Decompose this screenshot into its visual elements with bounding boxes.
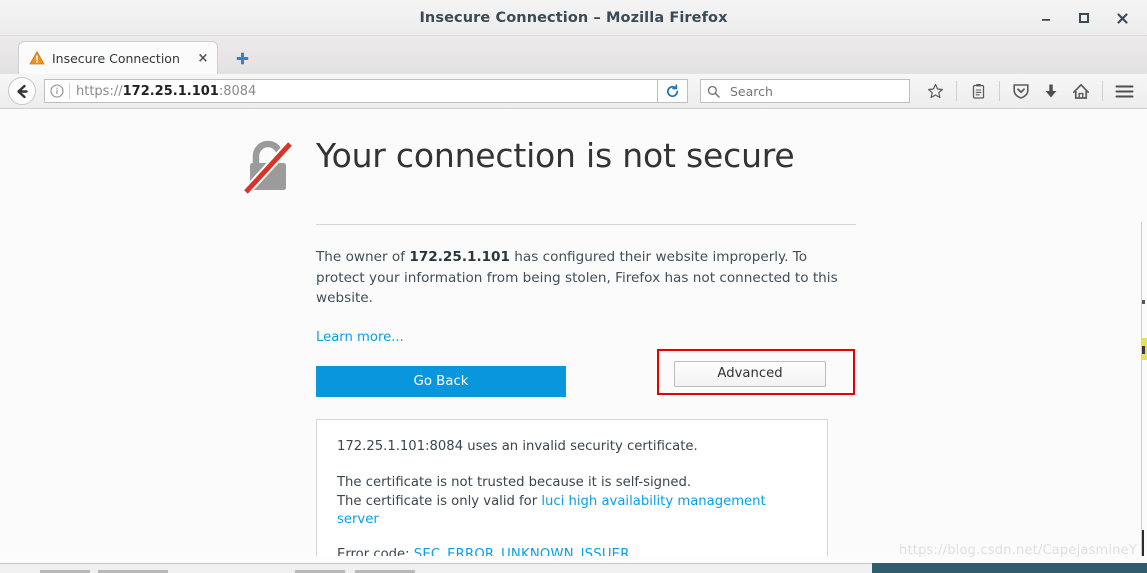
go-back-button[interactable]: Go Back (316, 365, 566, 397)
close-icon (1116, 12, 1128, 24)
toolbar-separator-3 (1102, 81, 1103, 101)
taskbar-tray (872, 563, 1147, 573)
error-body: The owner of 172.25.1.101 has configured… (316, 247, 846, 345)
error-code-link[interactable]: SEC_ERROR_UNKNOWN_ISSUER (414, 547, 630, 557)
close-button[interactable] (1103, 0, 1141, 36)
warning-triangle-icon (29, 50, 45, 65)
error-paragraph: The owner of 172.25.1.101 has configured… (316, 247, 846, 309)
advanced-annotation-box: Advanced (657, 348, 855, 395)
minimize-icon (1042, 19, 1050, 21)
info-circle-icon (50, 84, 64, 98)
navigation-toolbar: https://172.25.1.101:8084 (0, 74, 1147, 109)
title-divider (316, 224, 856, 225)
maximize-button[interactable] (1065, 0, 1103, 36)
page-content: Your connection is not secure The owner … (0, 110, 1147, 556)
toolbar-separator-2 (999, 81, 1000, 101)
tab-close-icon[interactable]: × (195, 50, 211, 66)
url-port: :8084 (218, 83, 257, 99)
url-scheme: https:// (76, 83, 123, 99)
window-controls (1027, 0, 1141, 36)
tab-label: Insecure Connection (52, 50, 180, 66)
edge-mark-small (1142, 300, 1145, 304)
home-icon[interactable] (1066, 77, 1096, 105)
broken-lock-icon (242, 140, 294, 196)
identity-info-button[interactable] (45, 80, 69, 102)
advanced-button[interactable]: Advanced (674, 360, 826, 387)
paragraph-prefix: The owner of (316, 249, 410, 265)
watermark: https://blog.csdn.net/CapejasmineY (899, 543, 1137, 558)
scrollbar-thumb[interactable] (1142, 530, 1144, 556)
url-bar[interactable]: https://172.25.1.101:8084 (44, 79, 658, 103)
search-input[interactable] (728, 82, 903, 100)
certificate-detail-panel: 172.25.1.101:8084 uses an invalid securi… (316, 418, 828, 557)
minimize-button[interactable] (1027, 0, 1065, 36)
plus-icon (236, 52, 248, 64)
toolbar-separator (956, 81, 957, 101)
pocket-shield-icon[interactable] (1006, 77, 1036, 105)
error-code-label: Error code: (337, 546, 414, 557)
content-right-edge (1141, 222, 1142, 556)
url-separator (69, 83, 70, 99)
back-arrow-icon (16, 84, 28, 98)
download-arrow-icon[interactable] (1036, 77, 1066, 105)
valid-for-prefix: The certificate is only valid for (337, 493, 542, 509)
url-input[interactable]: https://172.25.1.101:8084 (76, 84, 657, 99)
detail-line-valid-for: The certificate is only valid for luci h… (337, 493, 807, 530)
detail-line-self-signed: The certificate is not trusted because i… (337, 475, 692, 490)
button-row: Go Back Advanced (316, 348, 856, 398)
title-bar: Insecure Connection – Mozilla Firefox (0, 0, 1147, 36)
tab-strip: Insecure Connection × (0, 36, 1147, 74)
magnifier-icon (707, 85, 723, 98)
back-button[interactable] (8, 77, 36, 105)
search-box[interactable] (700, 79, 910, 103)
firefox-window: Insecure Connection – Mozilla Firefox In… (0, 0, 1147, 573)
reading-list-icon[interactable] (963, 77, 993, 105)
error-header: Your connection is not secure (238, 124, 858, 200)
url-host: 172.25.1.101 (122, 83, 219, 99)
reload-button[interactable] (658, 79, 688, 103)
bookmark-star-icon[interactable] (920, 77, 950, 105)
error-page: Your connection is not secure The owner … (238, 124, 858, 556)
tab-insecure-connection[interactable]: Insecure Connection × (18, 41, 218, 74)
reload-icon (666, 83, 679, 97)
error-code-line: Error code: SEC_ERROR_UNKNOWN_ISSUER (337, 546, 807, 557)
maximize-icon (1079, 13, 1089, 23)
toolbar-icon-group (920, 77, 1139, 105)
edge-mark-dark (1142, 346, 1145, 354)
learn-more-link[interactable]: Learn more... (316, 330, 404, 345)
detail-line-invalid-cert: 172.25.1.101:8084 uses an invalid securi… (337, 438, 698, 454)
paragraph-host: 172.25.1.101 (409, 249, 510, 265)
hamburger-menu-icon[interactable] (1109, 77, 1139, 105)
window-title: Insecure Connection – Mozilla Firefox (419, 10, 728, 26)
page-title: Your connection is not secure (316, 136, 795, 175)
new-tab-button[interactable] (232, 48, 252, 68)
